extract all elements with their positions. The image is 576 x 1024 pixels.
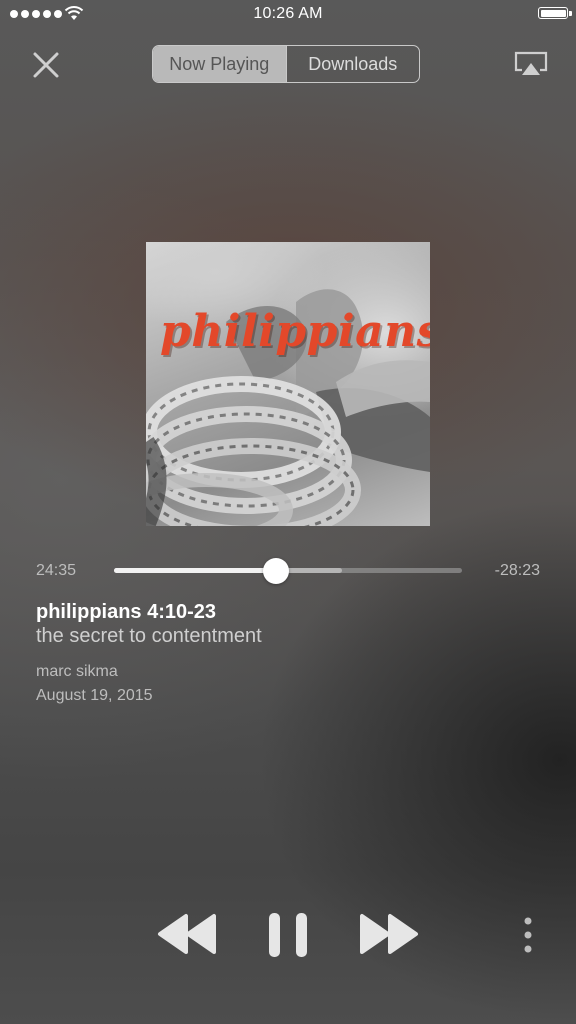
episode-subtitle: the secret to contentment <box>36 625 262 647</box>
episode-date: August 19, 2015 <box>36 687 153 704</box>
episode-title: philippians 4:10-23 <box>36 601 217 623</box>
progress-slider[interactable] <box>114 558 462 584</box>
tab-now-playing[interactable]: Now Playing <box>153 46 286 82</box>
airplay-icon[interactable] <box>513 50 549 78</box>
tab-downloads[interactable]: Downloads <box>285 46 420 82</box>
fast-forward-icon[interactable] <box>358 912 422 956</box>
played-bar <box>114 568 276 573</box>
close-icon[interactable] <box>30 49 62 81</box>
pause-icon[interactable] <box>264 912 312 958</box>
episode-author: marc sikma <box>36 663 118 680</box>
view-segmented-control: Now Playing Downloads <box>152 45 420 83</box>
elapsed-time: 24:35 <box>36 562 77 579</box>
status-time: 10:26 AM <box>253 5 323 22</box>
rewind-icon[interactable] <box>154 912 218 956</box>
remaining-time: -28:23 <box>494 562 540 579</box>
more-vertical-icon[interactable] <box>518 916 538 954</box>
artwork-photo <box>146 289 430 526</box>
scrubber-thumb[interactable] <box>262 558 289 584</box>
artwork-title-text: philippians <box>160 306 430 357</box>
battery-icon <box>538 7 572 19</box>
status-bar: 10:26 AM <box>0 0 576 30</box>
album-artwork: philippians <box>146 242 430 526</box>
